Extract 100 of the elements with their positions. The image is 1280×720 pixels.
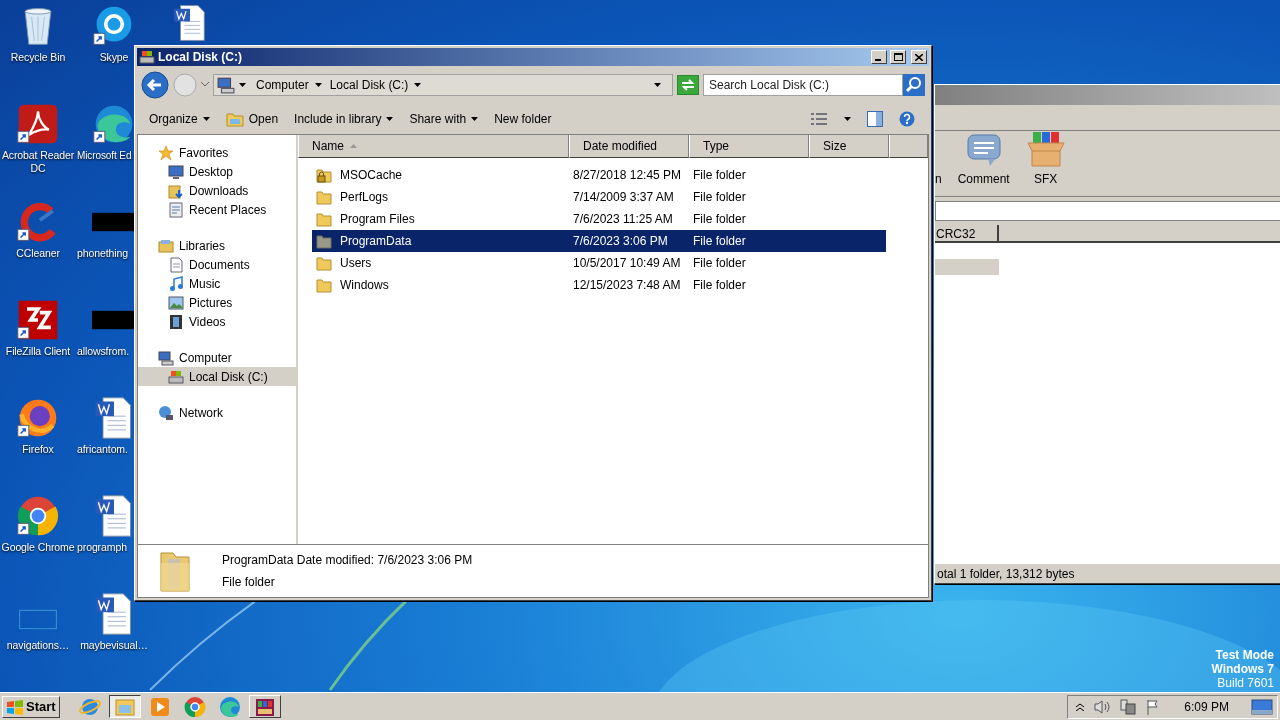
maximize-button[interactable] xyxy=(890,50,906,64)
folder-icon xyxy=(225,110,244,127)
file-name: Users xyxy=(340,255,372,272)
nav-item[interactable]: Local Disk (C:) xyxy=(138,367,296,386)
icon-label[interactable]: Skype xyxy=(99,51,129,64)
network-icon[interactable] xyxy=(1120,698,1137,715)
icon-label[interactable]: Google Chrome xyxy=(1,541,75,554)
app-icon[interactable] xyxy=(16,298,60,342)
dropdown-icon[interactable] xyxy=(201,82,209,87)
folder-icon xyxy=(168,182,184,199)
app-icon[interactable] xyxy=(16,102,60,146)
address-bar[interactable]: Computer Local Disk (C:) xyxy=(213,73,673,96)
icon-label[interactable]: allowsfrom. xyxy=(77,345,129,358)
toolbar-button[interactable]: New folder xyxy=(488,106,558,131)
os-notice-text: Test Mode xyxy=(1214,648,1274,662)
nav-item[interactable]: Desktop xyxy=(138,162,296,181)
column-header[interactable]: Type xyxy=(689,135,809,158)
icon-label[interactable]: navigations… xyxy=(6,639,70,652)
nav-item[interactable]: Computer xyxy=(138,348,296,367)
nav-item[interactable]: Pictures xyxy=(138,293,296,312)
icon-label[interactable]: CCleaner xyxy=(16,247,60,260)
show-hidden-icon[interactable] xyxy=(1076,702,1085,711)
type-cell-text: File folder xyxy=(692,256,746,270)
nav-item[interactable]: Downloads xyxy=(138,181,296,200)
libraries-icon xyxy=(158,237,174,254)
icon-label[interactable]: programph xyxy=(77,541,127,554)
help-icon[interactable] xyxy=(899,110,915,127)
toolbar-button[interactable]: n xyxy=(935,170,942,188)
minimize-button[interactable] xyxy=(871,50,887,64)
column-header[interactable]: Date modified xyxy=(569,135,689,158)
back-button[interactable] xyxy=(141,70,169,99)
toolbar-button[interactable]: SFX xyxy=(1025,131,1066,188)
music-note-icon xyxy=(168,275,184,292)
nav-item[interactable]: Music xyxy=(138,274,296,293)
refresh-icon xyxy=(677,74,699,95)
column-header[interactable]: Size xyxy=(809,135,889,158)
column-header[interactable]: CRC32 xyxy=(935,225,999,243)
icon-label[interactable]: Firefox xyxy=(22,443,54,456)
sort-arrow-icon xyxy=(350,144,357,148)
file-row[interactable]: Program Files 7/6/2023 11:25 AM File folder xyxy=(312,208,886,230)
icon-label[interactable]: Recycle Bin xyxy=(10,51,66,64)
os-notice-text: Build 7601 xyxy=(1216,676,1274,690)
view-options-icon[interactable] xyxy=(810,111,828,126)
type-cell-text: File folder xyxy=(692,278,746,292)
file-name: PerfLogs xyxy=(340,189,389,206)
folder-icon xyxy=(316,233,332,249)
nav-item[interactable]: Recent Places xyxy=(138,200,296,219)
nav-item[interactable]: Libraries xyxy=(138,236,296,255)
caret-icon xyxy=(314,82,322,87)
clock[interactable]: 6:09 PM xyxy=(1184,697,1229,716)
icon-label[interactable]: africantom. xyxy=(77,443,128,456)
show-desktop-icon[interactable] xyxy=(1251,698,1273,715)
start-button[interactable]: Start xyxy=(2,695,60,718)
toolbar-button[interactable]: Include in library xyxy=(288,106,400,131)
date-cell-text: 7/14/2009 3:37 AM xyxy=(572,190,674,204)
file-row[interactable]: PerfLogs 7/14/2009 3:37 AM File folder xyxy=(312,186,886,208)
taskbar-button[interactable] xyxy=(108,695,141,718)
drive-icon xyxy=(139,49,155,65)
file-row[interactable]: ProgramData 7/6/2023 3:06 PM File folder xyxy=(312,230,886,252)
file-row[interactable]: Users 10/5/2017 10:49 AM File folder xyxy=(312,252,886,274)
file-name: ProgramData xyxy=(340,233,412,250)
caret-icon xyxy=(844,116,851,121)
icon-label[interactable]: Acrobat Reader DC xyxy=(0,149,76,175)
toolbar-button[interactable]: Open xyxy=(219,106,285,131)
icon-label[interactable]: maybevisual… xyxy=(80,639,148,652)
breadcrumb[interactable]: Local Disk (C:) xyxy=(327,75,424,94)
toolbar-button[interactable]: Organize xyxy=(143,106,216,131)
document-icon xyxy=(168,256,184,273)
icon-label[interactable]: phonething xyxy=(77,247,128,260)
details-value: 7/6/2023 3:06 PM xyxy=(377,553,473,567)
search-icon[interactable] xyxy=(903,73,925,96)
folder-icon xyxy=(316,189,332,205)
network-icon xyxy=(158,404,174,421)
recent-places-icon xyxy=(168,201,184,218)
close-button[interactable] xyxy=(911,50,927,64)
path-field[interactable] xyxy=(935,201,1280,221)
file-row[interactable]: Windows 12/15/2023 7:48 AM File folder xyxy=(312,274,886,296)
breadcrumb[interactable]: Computer xyxy=(254,75,324,94)
nav-item[interactable]: Videos xyxy=(138,312,296,331)
refresh-button[interactable] xyxy=(677,74,699,95)
nav-item[interactable]: Documents xyxy=(138,255,296,274)
date-cell-text: 8/27/2018 12:45 PM xyxy=(572,168,682,182)
nav-item[interactable]: Network xyxy=(138,403,296,422)
type-cell-text: File folder xyxy=(692,190,746,204)
date-cell-text: 7/6/2023 11:25 AM xyxy=(572,212,673,226)
browser-icon[interactable] xyxy=(16,494,60,538)
monitor-icon xyxy=(168,163,184,180)
file-name: Program Files xyxy=(340,211,415,228)
computer-icon xyxy=(217,75,235,94)
file-name: MSOCache xyxy=(340,167,403,184)
toolbar-button[interactable]: Comment xyxy=(957,133,1010,188)
toolbar-button[interactable]: Share with xyxy=(403,106,485,131)
file-row[interactable]: MSOCache 8/27/2018 12:45 PM File folder xyxy=(312,164,886,186)
search-field[interactable]: Search Local Disk (C:) xyxy=(703,73,903,96)
column-header[interactable]: Name xyxy=(298,135,569,158)
preview-pane-icon[interactable] xyxy=(867,110,883,127)
icon-label[interactable]: FileZilla Client xyxy=(5,345,71,358)
speaker-icon[interactable] xyxy=(1094,699,1111,714)
nav-item[interactable]: Favorites xyxy=(138,143,296,162)
icon-label[interactable]: Microsoft Ed xyxy=(77,149,132,162)
